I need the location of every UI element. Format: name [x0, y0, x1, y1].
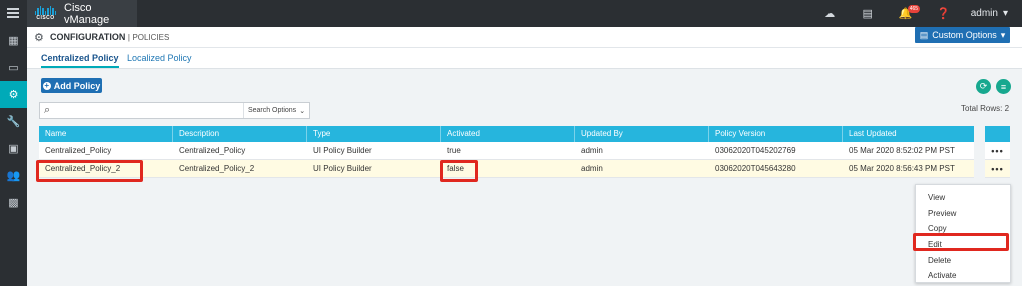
cell-policy-version: 03062020T045643280: [715, 164, 796, 173]
tab-centralized-policy[interactable]: Centralized Policy: [41, 53, 119, 68]
table-row[interactable]: Centralized_Policy_2 Centralized_Policy_…: [39, 160, 974, 178]
column-list-icon[interactable]: ≡: [996, 79, 1011, 94]
highlight-activated-box: [440, 160, 478, 182]
configuration-gear-icon[interactable]: ⚙: [0, 81, 27, 108]
column-header[interactable]: Name: [39, 126, 173, 142]
cell-type: UI Policy Builder: [313, 146, 372, 155]
notification-badge: 465: [907, 5, 921, 13]
page-title: CONFIGURATION | POLICIES: [50, 32, 170, 42]
column-header[interactable]: Type: [307, 126, 441, 142]
user-menu[interactable]: admin ▾: [963, 8, 1022, 19]
search-icon: ⌕: [44, 104, 51, 116]
menu-item-view[interactable]: View: [916, 190, 1010, 206]
column-header[interactable]: Policy Version: [709, 126, 843, 142]
column-header[interactable]: Activated: [441, 126, 575, 142]
menu-item-delete[interactable]: Delete: [916, 253, 1010, 269]
tab-localized-policy[interactable]: Localized Policy: [127, 53, 192, 63]
app-title: Cisco vManage: [64, 1, 110, 26]
user-name: admin: [970, 8, 998, 19]
gear-icon: ⚙: [34, 32, 44, 44]
monitor-icon[interactable]: ▭: [0, 54, 27, 81]
top-bar: CISCO Cisco vManage ☁ ▤ 🔔 465 ❓ admin ▾: [0, 0, 1022, 27]
cisco-logo-icon: CISCO: [33, 5, 58, 22]
analytics-icon[interactable]: ▩: [0, 189, 27, 216]
help-icon[interactable]: ❓: [925, 0, 963, 27]
menu-item-activate[interactable]: Activate: [916, 268, 1010, 284]
menu-item-preview[interactable]: Preview: [916, 206, 1010, 222]
cell-description: Centralized_Policy: [179, 146, 246, 155]
actions-header: [985, 126, 1010, 142]
caret-down-icon: ▾: [1002, 8, 1008, 19]
cell-type: UI Policy Builder: [313, 164, 372, 173]
tab-bar: Centralized Policy Localized Policy: [27, 48, 1022, 69]
plus-icon: +: [42, 80, 51, 90]
add-policy-button[interactable]: + Add Policy: [41, 78, 102, 93]
row-actions-column: ••• •••: [985, 126, 1010, 178]
cell-last-updated: 05 Mar 2020 8:56:43 PM PST: [849, 164, 955, 173]
tasks-icon[interactable]: ▤: [849, 0, 887, 27]
cell-updated-by: admin: [581, 146, 603, 155]
table-header: Name Description Type Activated Updated …: [39, 126, 974, 142]
list-icon: ▤: [919, 29, 929, 40]
cell-name: Centralized_Policy: [45, 146, 112, 155]
cell-activated: true: [447, 146, 461, 155]
refresh-icon[interactable]: ⟳: [976, 79, 991, 94]
table-row[interactable]: Centralized_Policy Centralized_Policy UI…: [39, 142, 974, 160]
chevron-down-icon: ⌄: [299, 107, 306, 115]
column-header[interactable]: Last Updated: [843, 126, 974, 142]
column-header[interactable]: Updated By: [575, 126, 709, 142]
cloud-icon[interactable]: ☁: [811, 0, 849, 27]
cell-description: Centralized_Policy_2: [179, 164, 255, 173]
search-options-dropdown[interactable]: Search Options ⌄: [243, 103, 309, 118]
cell-policy-version: 03062020T045202769: [715, 146, 796, 155]
cell-last-updated: 05 Mar 2020 8:52:02 PM PST: [849, 146, 955, 155]
administration-users-icon[interactable]: 👥: [0, 162, 27, 189]
logo-text: CISCO: [36, 15, 55, 21]
bell-icon[interactable]: 🔔 465: [887, 0, 925, 27]
page-header: ⚙ CONFIGURATION | POLICIES ▤ Custom Optio…: [27, 27, 1022, 48]
more-actions-icon[interactable]: •••: [985, 160, 1010, 178]
menu-icon[interactable]: [7, 8, 19, 18]
custom-options-button[interactable]: ▤ Custom Options ▾: [915, 27, 1010, 43]
dashboard-icon[interactable]: ▦: [0, 27, 27, 54]
brand[interactable]: CISCO Cisco vManage: [27, 0, 137, 27]
left-nav: ▦ ▭ ⚙ 🔧 ▣ 👥 ▩: [0, 27, 27, 286]
page-subtitle: POLICIES: [132, 33, 170, 42]
maintenance-icon[interactable]: ▣: [0, 135, 27, 162]
caret-down-icon: ▾: [1000, 29, 1006, 40]
search-input[interactable]: ⌕ Search Options ⌄: [39, 102, 310, 119]
column-header[interactable]: Description: [173, 126, 307, 142]
tools-wrench-icon[interactable]: 🔧: [0, 108, 27, 135]
total-rows: Total Rows: 2: [961, 104, 1010, 113]
highlight-name-box: [36, 160, 143, 182]
cell-updated-by: admin: [581, 164, 603, 173]
policy-table: Name Description Type Activated Updated …: [39, 126, 974, 178]
highlight-edit-box: [913, 233, 1009, 251]
more-actions-icon[interactable]: •••: [985, 142, 1010, 160]
